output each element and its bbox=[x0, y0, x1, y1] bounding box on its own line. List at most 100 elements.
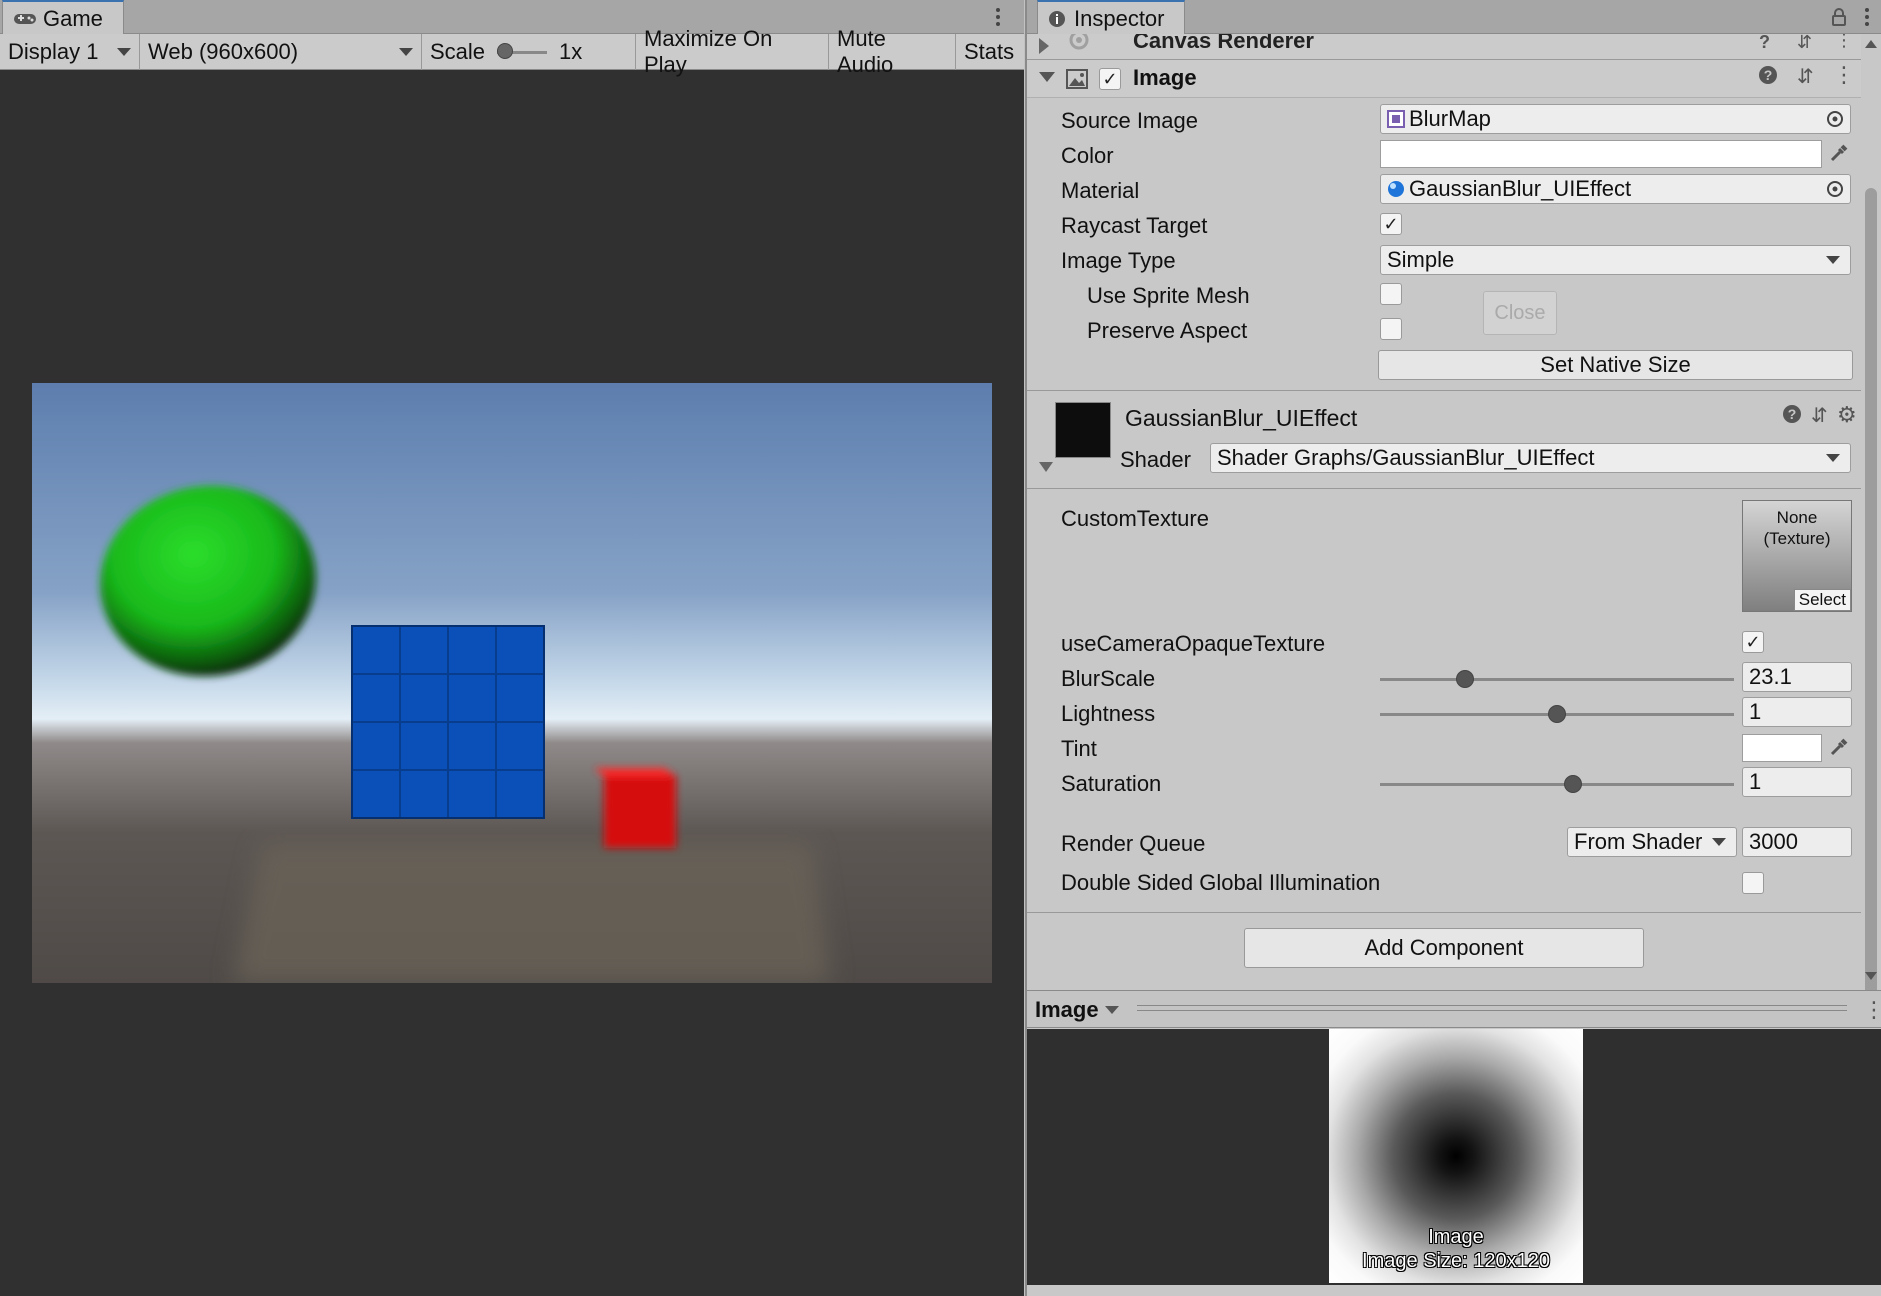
scale-slider[interactable] bbox=[497, 42, 548, 61]
scrollbar-thumb[interactable] bbox=[1865, 188, 1877, 998]
use-sprite-mesh-checkbox[interactable] bbox=[1380, 283, 1402, 305]
inspector-menu-icon[interactable] bbox=[1863, 6, 1871, 28]
add-component-label: Add Component bbox=[1364, 935, 1524, 960]
image-enabled-checkbox[interactable]: ✓ bbox=[1099, 68, 1121, 90]
collapse-arrow-icon[interactable] bbox=[1039, 72, 1055, 82]
canvas-renderer-title: Canvas Renderer bbox=[1133, 34, 1314, 53]
eye-icon bbox=[1065, 34, 1093, 50]
presets-icon[interactable]: ⇵ bbox=[1811, 403, 1828, 428]
lightness-input[interactable]: 1 bbox=[1742, 697, 1852, 727]
object-picker-icon[interactable] bbox=[1826, 110, 1844, 128]
color-swatch[interactable] bbox=[1380, 140, 1822, 168]
set-native-size-button[interactable]: Set Native Size bbox=[1378, 350, 1853, 380]
chevron-down-icon bbox=[1826, 454, 1840, 462]
stats-label: Stats bbox=[964, 38, 1015, 64]
expand-arrow-icon[interactable] bbox=[1039, 38, 1049, 54]
image-type-label: Image Type bbox=[1061, 248, 1176, 273]
lock-icon[interactable] bbox=[1831, 7, 1847, 27]
color-label: Color bbox=[1061, 143, 1114, 168]
texture-slot[interactable]: None (Texture) Select bbox=[1742, 500, 1852, 612]
blurscale-label: BlurScale bbox=[1061, 666, 1156, 691]
chevron-down-icon bbox=[1104, 1006, 1119, 1014]
blurscale-slider[interactable] bbox=[1380, 668, 1734, 690]
scroll-up-icon[interactable] bbox=[1865, 40, 1877, 48]
help-icon[interactable]: ? bbox=[1759, 34, 1770, 53]
red-cube bbox=[594, 768, 676, 848]
close-button[interactable]: Close bbox=[1483, 291, 1557, 335]
blurscale-input[interactable]: 23.1 bbox=[1742, 662, 1852, 692]
add-component-button[interactable]: Add Component bbox=[1244, 928, 1644, 968]
scale-control: Scale 1x bbox=[422, 33, 636, 70]
help-icon[interactable]: ? bbox=[1759, 66, 1777, 84]
collapse-arrow-icon[interactable] bbox=[1039, 462, 1053, 472]
saturation-input[interactable]: 1 bbox=[1742, 767, 1852, 797]
resolution-dropdown[interactable]: Web (960x600) bbox=[140, 33, 422, 70]
eyedropper-icon[interactable] bbox=[1829, 737, 1849, 757]
source-image-value: BlurMap bbox=[1409, 106, 1491, 131]
mute-audio-button[interactable]: Mute Audio bbox=[829, 26, 956, 77]
chevron-down-icon bbox=[1712, 838, 1726, 846]
maximize-label: Maximize On Play bbox=[644, 25, 773, 77]
image-type-dropdown[interactable]: Simple bbox=[1380, 245, 1851, 275]
image-component-icon bbox=[1065, 68, 1089, 90]
material-field[interactable]: GaussianBlur_UIEffect bbox=[1380, 174, 1851, 204]
blurscale-slider-thumb[interactable] bbox=[1455, 670, 1474, 688]
tab-game[interactable]: Game bbox=[2, 0, 124, 35]
game-menu-icon[interactable] bbox=[994, 6, 1002, 28]
game-toolbar: Display 1 Web (960x600) Scale 1x Maximiz… bbox=[0, 26, 1024, 77]
preserve-aspect-checkbox[interactable] bbox=[1380, 318, 1402, 340]
preview-menu-icon[interactable]: ⋮ bbox=[1863, 997, 1881, 1023]
double-sided-gi-checkbox[interactable] bbox=[1742, 872, 1764, 894]
lightness-value: 1 bbox=[1749, 699, 1762, 724]
raycast-target-label: Raycast Target bbox=[1061, 213, 1208, 238]
scale-value: 1x bbox=[559, 38, 583, 64]
tint-swatch[interactable] bbox=[1742, 734, 1822, 762]
tab-game-label: Game bbox=[43, 5, 103, 31]
component-menu-icon[interactable]: ⋮ bbox=[1833, 62, 1855, 88]
preview-drag-handle[interactable] bbox=[1137, 1005, 1847, 1011]
component-menu-icon[interactable]: ⋮ bbox=[1835, 34, 1853, 51]
inspector-scrollbar[interactable] bbox=[1861, 36, 1881, 998]
lightness-slider-thumb[interactable] bbox=[1548, 705, 1566, 723]
render-queue-dropdown[interactable]: From Shader bbox=[1567, 827, 1737, 857]
chevron-down-icon bbox=[117, 47, 131, 56]
display-dropdown[interactable]: Display 1 bbox=[0, 33, 140, 70]
display-label: Display 1 bbox=[8, 38, 99, 64]
presets-icon[interactable]: ⇵ bbox=[1797, 34, 1812, 53]
canvas-renderer-header[interactable]: Canvas Renderer ? ⇵ ⋮ bbox=[1027, 34, 1861, 60]
scroll-down-icon[interactable] bbox=[1865, 972, 1877, 980]
inspector-tab-bar: Inspector bbox=[1027, 0, 1881, 35]
maximize-on-play-button[interactable]: Maximize On Play bbox=[636, 26, 829, 77]
material-value: GaussianBlur_UIEffect bbox=[1409, 176, 1632, 201]
raycast-target-checkbox[interactable]: ✓ bbox=[1380, 213, 1402, 235]
shader-dropdown[interactable]: Shader Graphs/GaussianBlur_UIEffect bbox=[1210, 443, 1851, 473]
divider bbox=[1027, 912, 1861, 913]
use-camera-opaque-checkbox[interactable]: ✓ bbox=[1742, 631, 1764, 653]
saturation-slider[interactable] bbox=[1380, 773, 1734, 795]
lightness-slider[interactable] bbox=[1380, 703, 1734, 725]
saturation-slider-thumb[interactable] bbox=[1563, 775, 1582, 793]
set-native-size-label: Set Native Size bbox=[1540, 352, 1691, 377]
image-component-title: Image bbox=[1133, 65, 1197, 90]
saturation-label: Saturation bbox=[1061, 771, 1162, 796]
chevron-down-icon bbox=[1826, 256, 1840, 264]
saturation-value: 1 bbox=[1749, 769, 1762, 794]
game-view[interactable] bbox=[32, 383, 992, 983]
presets-icon[interactable]: ⇵ bbox=[1797, 64, 1814, 89]
help-icon[interactable]: ? bbox=[1783, 405, 1801, 423]
gear-icon[interactable]: ⚙ bbox=[1837, 402, 1857, 428]
texture-type-label: (Texture) bbox=[1763, 529, 1831, 548]
material-name: GaussianBlur_UIEffect bbox=[1125, 405, 1358, 431]
image-component-header[interactable]: ✓ Image ? ⇵ ⋮ bbox=[1027, 60, 1861, 98]
tab-inspector[interactable]: Inspector bbox=[1037, 0, 1185, 35]
eyedropper-icon[interactable] bbox=[1829, 143, 1849, 163]
preserve-aspect-label: Preserve Aspect bbox=[1087, 318, 1248, 343]
stats-button[interactable]: Stats bbox=[956, 34, 1020, 70]
tint-label: Tint bbox=[1061, 736, 1097, 761]
render-queue-input[interactable]: 3000 bbox=[1742, 827, 1852, 857]
texture-select-button[interactable]: Select bbox=[1793, 589, 1851, 611]
source-image-field[interactable]: BlurMap bbox=[1380, 104, 1851, 134]
object-picker-icon[interactable] bbox=[1826, 180, 1844, 198]
scale-slider-thumb[interactable] bbox=[497, 42, 514, 59]
preview-title-dropdown[interactable]: Image bbox=[1035, 997, 1119, 1023]
